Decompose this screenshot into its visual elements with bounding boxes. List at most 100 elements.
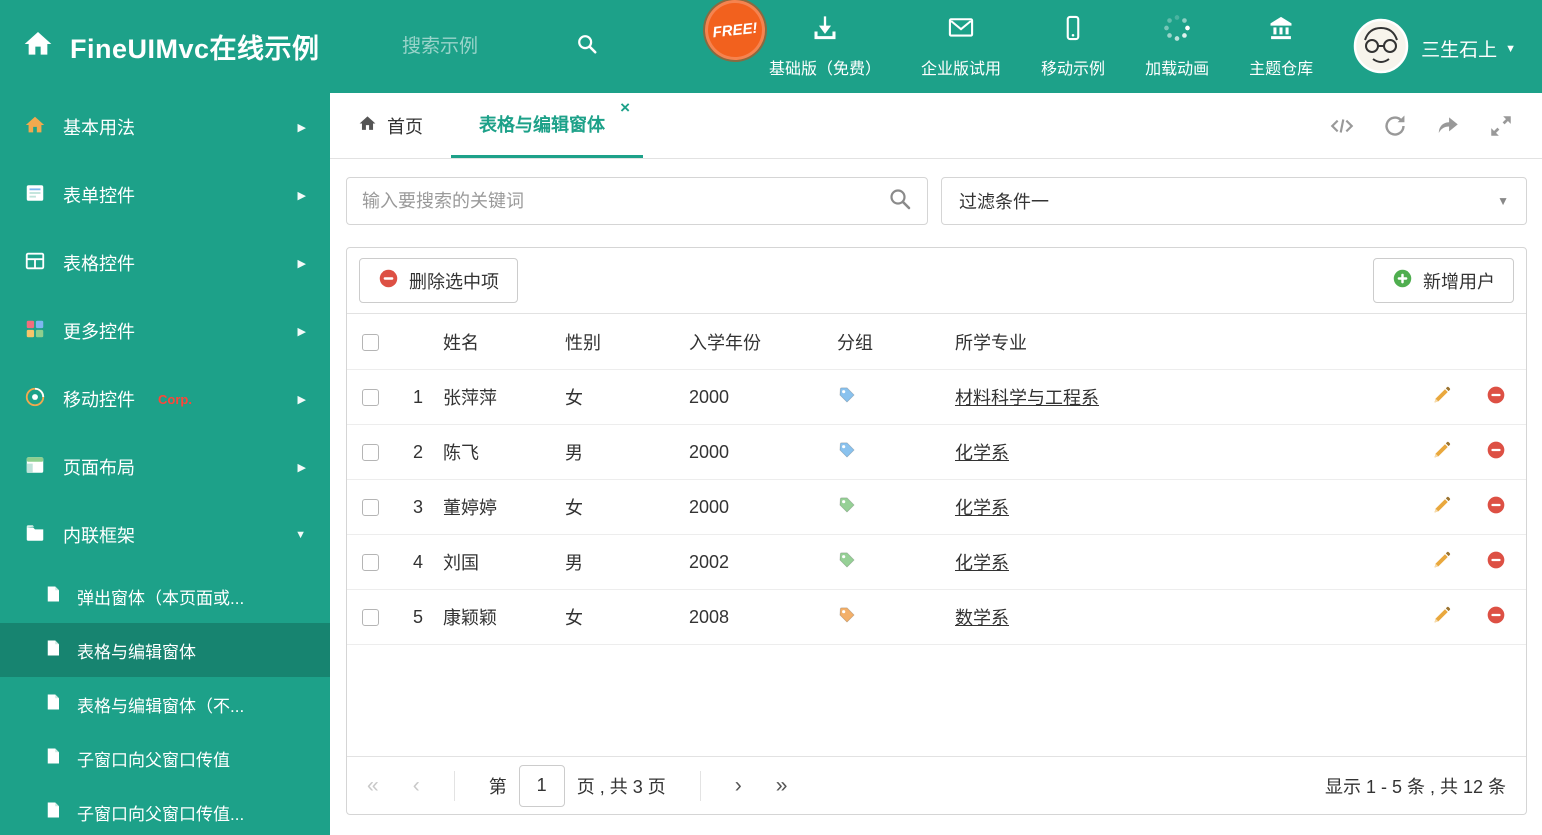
row-checkbox[interactable]: [361, 554, 379, 572]
add-user-button[interactable]: 新增用户: [1373, 258, 1514, 303]
sidebar-subitem-label: 子窗口向父窗口传值...: [77, 804, 245, 824]
nav-item-label: 企业版试用: [921, 61, 1002, 78]
col-header-group[interactable]: 分组: [831, 313, 949, 370]
sidebar-item-grid-controls[interactable]: 表格控件 ▶: [0, 229, 330, 297]
cell-group: [831, 369, 949, 425]
view-source-button[interactable]: [1329, 113, 1355, 139]
filter-dropdown-value: 过滤条件一: [959, 192, 1049, 212]
major-link[interactable]: 化学系: [955, 498, 1009, 518]
nav-item-enterprise-trial[interactable]: 企业版试用: [921, 14, 1001, 79]
first-page-button[interactable]: «: [367, 774, 379, 798]
search-icon[interactable]: [576, 33, 598, 60]
cell-group: [831, 589, 949, 645]
minus-circle-icon: [1487, 606, 1505, 623]
close-icon[interactable]: ×: [620, 98, 630, 118]
table-row: 1 张萍萍 女 2000 材料科学与工程系: [347, 369, 1526, 425]
select-all-checkbox[interactable]: [361, 333, 379, 351]
table-row: 3 董婷婷 女 2000 化学系: [347, 479, 1526, 535]
sidebar-subitem-child-to-parent-2[interactable]: 子窗口向父窗口传值...: [0, 785, 330, 835]
delete-button[interactable]: [1486, 550, 1506, 570]
major-link[interactable]: 化学系: [955, 443, 1009, 463]
refresh-button[interactable]: [1382, 113, 1408, 139]
row-checkbox[interactable]: [361, 444, 379, 462]
download-icon: [811, 14, 839, 47]
row-number: 2: [393, 424, 437, 480]
search-icon[interactable]: [888, 187, 912, 216]
nav-item-loading-animations[interactable]: 加载动画: [1145, 14, 1209, 79]
spinner-icon: [1163, 14, 1191, 47]
row-checkbox[interactable]: [361, 609, 379, 627]
keyword-search-input[interactable]: [362, 190, 878, 212]
col-header-year[interactable]: 入学年份: [683, 313, 831, 370]
delete-button[interactable]: [1486, 385, 1506, 405]
col-header-gender[interactable]: 性别: [559, 313, 683, 370]
sidebar-item-label: 移动控件: [63, 390, 135, 410]
page-content: 过滤条件一 ▼ 删除选中项: [330, 159, 1542, 835]
row-checkbox[interactable]: [361, 499, 379, 517]
edit-button[interactable]: [1432, 440, 1452, 460]
header-search-input[interactable]: [402, 35, 562, 58]
cell-year: 2000: [683, 479, 831, 535]
delete-button[interactable]: [1486, 605, 1506, 625]
sidebar-subitem-label: 表格与编辑窗体: [77, 642, 196, 662]
last-page-button[interactable]: »: [776, 774, 788, 798]
col-header-name[interactable]: 姓名: [437, 313, 559, 370]
nav-item-mobile-demo[interactable]: 移动示例: [1041, 14, 1105, 79]
major-link[interactable]: 化学系: [955, 553, 1009, 573]
edit-button[interactable]: [1432, 385, 1452, 405]
delete-button[interactable]: [1486, 440, 1506, 460]
cell-gender: 男: [559, 534, 683, 590]
page-number-input[interactable]: [518, 764, 565, 807]
delete-button[interactable]: [1486, 495, 1506, 515]
prev-page-button[interactable]: ‹: [413, 774, 420, 798]
chevron-down-icon: ▼: [1497, 194, 1509, 208]
delete-selected-button[interactable]: 删除选中项: [359, 258, 518, 303]
sidebar-item-basic-usage[interactable]: 基本用法 ▶: [0, 93, 330, 161]
tag-icon: [839, 386, 855, 403]
filter-row: 过滤条件一 ▼: [346, 177, 1527, 225]
page-selector: 第 页 , 共 3 页: [488, 764, 666, 807]
edit-button[interactable]: [1432, 495, 1452, 515]
share-button[interactable]: [1435, 113, 1461, 139]
sidebar-subitem-grid-edit-window[interactable]: 表格与编辑窗体: [0, 623, 330, 677]
edit-button[interactable]: [1432, 605, 1452, 625]
major-link[interactable]: 材料科学与工程系: [955, 388, 1099, 408]
next-page-button[interactable]: ›: [735, 774, 742, 798]
page-prefix-label: 第: [488, 776, 507, 797]
form-icon: [24, 182, 46, 209]
filter-dropdown[interactable]: 过滤条件一 ▼: [941, 177, 1527, 225]
nav-item-basic-free[interactable]: FREE! 基础版（免费）: [702, 0, 881, 79]
app-shell: 基本用法 ▶ 表单控件 ▶ 表格控件 ▶ 更多控件 ▶ 移动控件 Corp. ▶…: [0, 93, 1542, 835]
pencil-icon: [1434, 441, 1451, 457]
pagination-divider: [699, 770, 701, 801]
sidebar-item-mobile-controls[interactable]: 移动控件 Corp. ▶: [0, 365, 330, 433]
sidebar-subitem-popup-window[interactable]: 弹出窗体（本页面或...: [0, 569, 330, 623]
sidebar-item-inline-frame[interactable]: 内联框架 ▼: [0, 501, 330, 569]
sidebar-item-page-layout[interactable]: 页面布局 ▶: [0, 433, 330, 501]
row-checkbox[interactable]: [361, 389, 379, 407]
home-icon: [24, 114, 46, 141]
sidebar-item-form-controls[interactable]: 表单控件 ▶: [0, 161, 330, 229]
cell-gender: 女: [559, 369, 683, 425]
sidebar-item-more-controls[interactable]: 更多控件 ▶: [0, 297, 330, 365]
minus-circle-icon: [1487, 386, 1505, 403]
tab-grid-edit-window[interactable]: 表格与编辑窗体 ×: [451, 93, 643, 158]
tab-label: 表格与编辑窗体: [479, 115, 605, 135]
layout-icon: [24, 454, 46, 481]
nav-item-label: 主题仓库: [1249, 61, 1314, 78]
col-header-major[interactable]: 所学专业: [949, 313, 1418, 370]
chevron-right-icon: ▶: [297, 393, 306, 406]
brand-home[interactable]: FineUIMvc在线示例: [0, 27, 330, 66]
museum-icon: [1267, 14, 1295, 47]
tab-home[interactable]: 首页: [330, 93, 451, 158]
grid-header-row: 姓名 性别 入学年份 分组 所学专业: [347, 313, 1526, 370]
major-link[interactable]: 数学系: [955, 608, 1009, 628]
cell-year: 2008: [683, 589, 831, 645]
fullscreen-button[interactable]: [1488, 113, 1514, 139]
sidebar-subitem-grid-edit-window-2[interactable]: 表格与编辑窗体（不...: [0, 677, 330, 731]
nav-item-theme-store[interactable]: 主题仓库: [1249, 14, 1313, 79]
add-user-label: 新增用户: [1423, 271, 1495, 292]
user-menu[interactable]: 三生石上 ▼: [1353, 18, 1516, 79]
sidebar-subitem-child-to-parent[interactable]: 子窗口向父窗口传值: [0, 731, 330, 785]
edit-button[interactable]: [1432, 550, 1452, 570]
